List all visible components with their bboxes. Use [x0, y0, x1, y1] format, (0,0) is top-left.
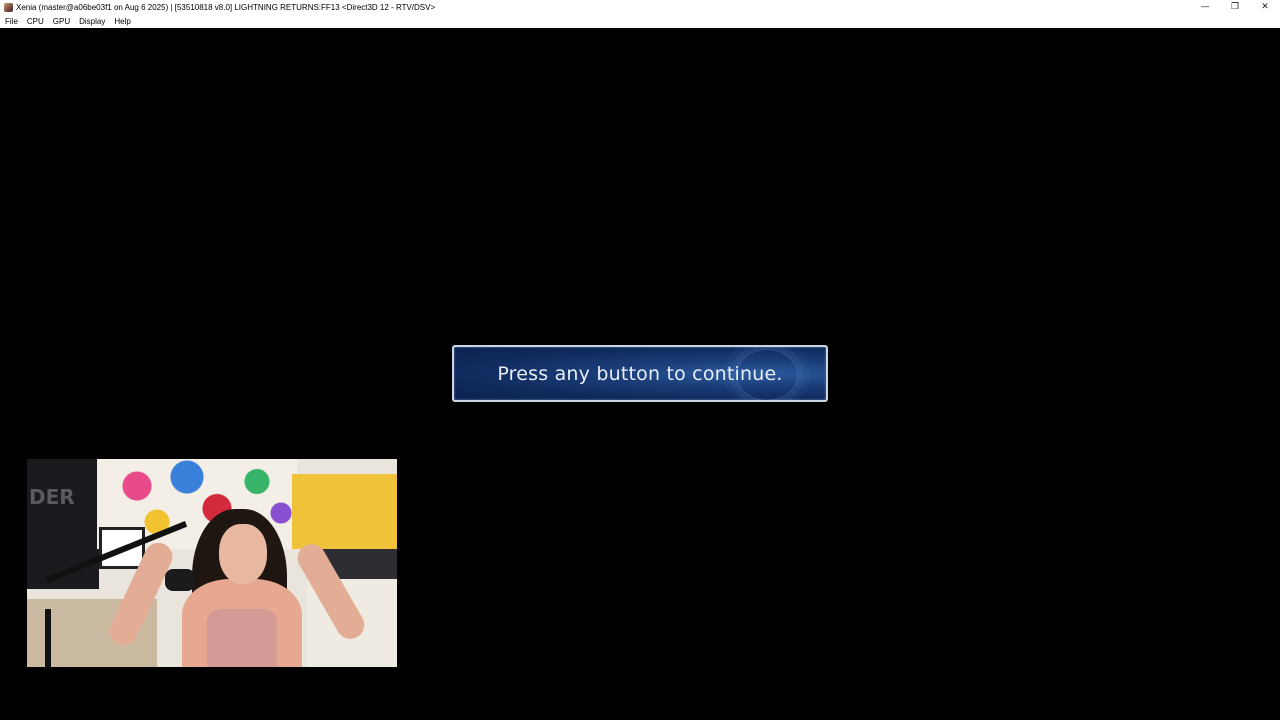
- xenia-app-icon[interactable]: [4, 2, 13, 12]
- menu-help[interactable]: Help: [109, 17, 134, 26]
- menu-gpu[interactable]: GPU: [48, 17, 74, 26]
- restore-icon[interactable]: ❐: [1220, 0, 1250, 14]
- title-bar[interactable]: Xenia (master@a06be03f1 on Aug 6 2025) |…: [0, 0, 1280, 14]
- close-icon[interactable]: ✕: [1250, 0, 1280, 14]
- webcam-yellow-panel: [292, 474, 397, 549]
- menu-display[interactable]: Display: [74, 17, 109, 26]
- menu-cpu[interactable]: CPU: [22, 17, 48, 26]
- microphone-icon: [165, 569, 195, 591]
- minimize-icon[interactable]: —: [1190, 0, 1220, 14]
- emulator-window: Xenia (master@a06be03f1 on Aug 6 2025) |…: [0, 0, 1280, 720]
- menu-bar: File CPU GPU Display Help: [0, 14, 1280, 28]
- webcam-mic-stand: [45, 609, 51, 667]
- continue-prompt-text: Press any button to continue.: [497, 362, 783, 385]
- webcam-person-face: [219, 524, 267, 584]
- webcam-panel-text: DER: [29, 485, 75, 509]
- continue-prompt: Press any button to continue.: [452, 345, 828, 402]
- window-title: Xenia (master@a06be03f1 on Aug 6 2025) |…: [16, 2, 436, 12]
- menu-file[interactable]: File: [0, 17, 22, 26]
- webcam-overlay: DER: [27, 459, 397, 667]
- webcam-person-dress: [207, 609, 277, 667]
- window-controls: — ❐ ✕: [1190, 0, 1280, 14]
